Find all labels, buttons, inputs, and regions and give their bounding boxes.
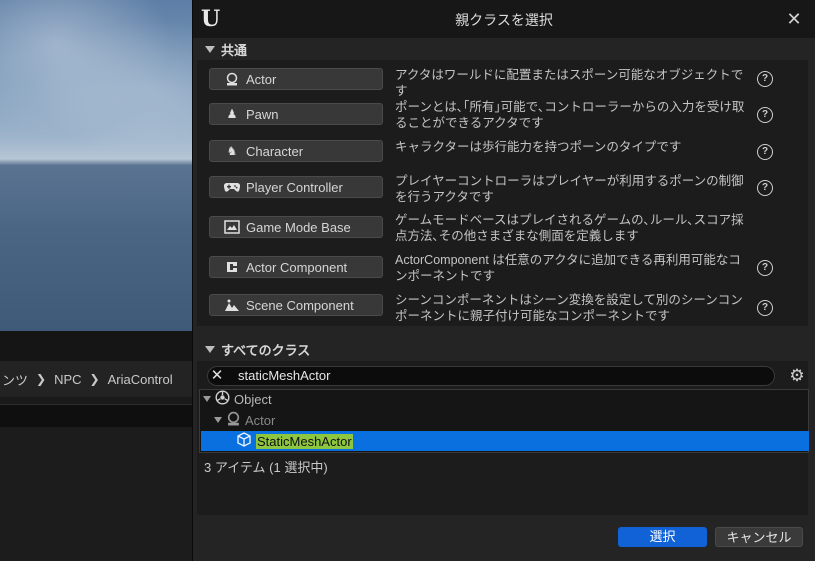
all-classes-section-header[interactable]: すべてのクラス xyxy=(193,338,815,360)
expand-triangle-icon xyxy=(203,396,211,402)
actor-component-class-button[interactable]: Actor Component xyxy=(209,256,383,278)
object-icon xyxy=(215,390,230,408)
help-icon[interactable]: ? xyxy=(757,71,773,87)
pawn-class-button[interactable]: ♟ Pawn xyxy=(209,103,383,125)
class-description: ActorComponent は任意のアクタに追加できる再利用可能なコンポーネン… xyxy=(395,253,741,283)
section-title: すべてのクラス xyxy=(221,342,311,358)
gamepad-icon xyxy=(224,179,240,195)
help-icon[interactable]: ? xyxy=(757,260,773,276)
character-class-button[interactable]: ♞ Character xyxy=(209,140,383,162)
common-section-header[interactable]: 共通 xyxy=(193,38,815,60)
game-mode-icon xyxy=(224,219,240,235)
static-mesh-icon xyxy=(236,432,252,450)
class-label: Scene Component xyxy=(246,297,354,313)
tree-item-label: StaticMeshActor xyxy=(256,433,353,449)
pick-parent-class-dialog: U 親クラスを選択 ✕ 共通 Actor アクタはワールドに配置またはスポーン可… xyxy=(192,0,815,561)
player-controller-class-button[interactable]: Player Controller xyxy=(209,176,383,198)
class-label: Pawn xyxy=(246,106,279,122)
actor-class-button[interactable]: Actor xyxy=(209,68,383,90)
help-icon[interactable]: ? xyxy=(757,180,773,196)
editor-search-field[interactable] xyxy=(0,404,192,428)
tree-item-actor[interactable]: Actor xyxy=(214,410,275,430)
chevron-right-icon: ❯ xyxy=(36,372,47,386)
character-icon: ♞ xyxy=(226,144,238,158)
class-description: プレイヤーコントローラはプレイヤーが利用するポーンの制御を行うアクタです xyxy=(395,174,744,204)
actor-icon xyxy=(224,71,240,87)
tree-item-label: Object xyxy=(234,391,272,407)
tree-item-label: Actor xyxy=(245,412,276,428)
class-label: Actor xyxy=(246,71,277,87)
gear-icon[interactable]: ⚙ xyxy=(788,366,806,386)
help-icon[interactable]: ? xyxy=(757,144,773,160)
dialog-titlebar: U 親クラスを選択 ✕ xyxy=(193,0,815,38)
editor-toolbar-strip xyxy=(0,331,192,361)
chevron-right-icon: ❯ xyxy=(89,372,100,386)
collapse-triangle-icon xyxy=(205,345,215,353)
clear-search-icon[interactable]: ✕ xyxy=(207,366,227,386)
level-viewport[interactable] xyxy=(0,0,192,331)
close-icon: ✕ xyxy=(786,9,802,29)
expand-triangle-icon xyxy=(214,417,222,423)
content-browser-panel xyxy=(0,427,192,561)
help-icon[interactable]: ? xyxy=(757,300,773,316)
search-input-value: staticMeshActor xyxy=(238,368,331,383)
help-icon[interactable]: ? xyxy=(757,107,773,123)
game-mode-base-class-button[interactable]: Game Mode Base xyxy=(209,216,383,238)
class-description: アクタはワールドに配置またはスポーン可能なオブジェクトです xyxy=(395,68,744,98)
class-description: キャラクターは歩行能力を持つポーンのタイプです xyxy=(395,140,682,154)
class-description: ゲームモードベースはプレイされるゲームの､ルール､スコア採点方法､その他さまざま… xyxy=(395,213,744,243)
actor-component-icon xyxy=(224,259,240,275)
cancel-button[interactable]: キャンセル xyxy=(715,527,803,547)
class-label: Game Mode Base xyxy=(246,219,351,235)
class-label: Player Controller xyxy=(246,179,343,195)
select-button[interactable]: 選択 xyxy=(618,527,707,547)
breadcrumb-item[interactable]: ンツ xyxy=(2,370,28,389)
section-title: 共通 xyxy=(221,42,248,58)
class-description: ポーンとは､｢所有｣可能で､コントローラーからの入力を受け取ることができるアクタ… xyxy=(395,100,745,130)
scene-component-icon xyxy=(224,297,240,313)
class-label: Actor Component xyxy=(246,259,348,275)
pawn-icon: ♟ xyxy=(226,107,238,121)
breadcrumb-item[interactable]: AriaControl xyxy=(108,372,173,387)
scene-component-class-button[interactable]: Scene Component xyxy=(209,294,383,316)
sky-clouds xyxy=(0,0,192,150)
content-browser-breadcrumb: ンツ ❯ NPC ❯ AriaControl xyxy=(0,361,194,397)
actor-icon xyxy=(226,411,241,429)
dialog-title: 親クラスを選択 xyxy=(455,12,553,28)
breadcrumb-item[interactable]: NPC xyxy=(54,372,81,387)
item-count-status: 3 アイテム (1 選択中) xyxy=(204,460,328,475)
collapse-triangle-icon xyxy=(205,45,215,53)
class-description: シーンコンポーネントはシーン変換を設定して別のシーンコンポーネントに親子付け可能… xyxy=(395,293,743,323)
tree-item-object[interactable]: Object xyxy=(203,389,272,409)
tree-item-static-mesh-actor-content: StaticMeshActor xyxy=(236,431,353,451)
close-button[interactable]: ✕ xyxy=(783,8,805,30)
class-label: Character xyxy=(246,143,304,159)
